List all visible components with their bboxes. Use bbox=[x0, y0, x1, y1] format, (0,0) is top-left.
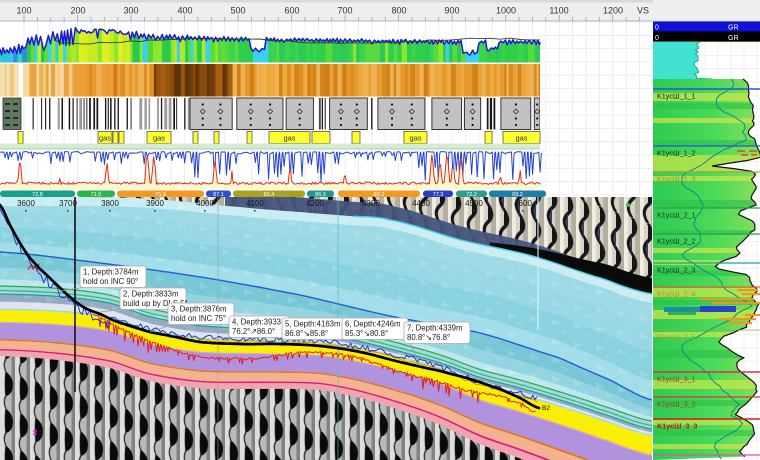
svg-text:200: 200 bbox=[70, 6, 85, 16]
svg-text:K1ycШ_2_1: K1ycШ_2_1 bbox=[657, 211, 696, 220]
svg-text:72.8: 72.8 bbox=[32, 192, 43, 198]
svg-text:K1ycШ_2_3: K1ycШ_2_3 bbox=[657, 266, 696, 275]
svg-text:3700: 3700 bbox=[59, 199, 77, 208]
svg-text:4, Depth:3933: 4, Depth:3933 bbox=[232, 318, 281, 327]
svg-text:69.2: 69.2 bbox=[512, 192, 523, 198]
svg-text:2, Depth:3833m: 2, Depth:3833m bbox=[123, 290, 178, 299]
svg-text:80.3: 80.3 bbox=[374, 192, 385, 198]
svg-text:hold on INC 75°: hold on INC 75° bbox=[171, 314, 226, 323]
svg-text:K1ycШ_3_2: K1ycШ_3_2 bbox=[657, 400, 696, 409]
svg-text:gas: gas bbox=[99, 134, 111, 143]
svg-text:K1ycШ_1_3: K1ycШ_1_3 bbox=[657, 175, 696, 184]
svg-text:hold on INC 90°: hold on INC 90° bbox=[83, 277, 138, 286]
svg-text:4600: 4600 bbox=[514, 199, 532, 208]
svg-text:GR: GR bbox=[728, 35, 739, 42]
svg-text:800: 800 bbox=[391, 6, 406, 16]
svg-text:1000: 1000 bbox=[496, 6, 516, 16]
svg-text:86.3: 86.3 bbox=[315, 192, 326, 198]
svg-text:4300: 4300 bbox=[362, 199, 380, 208]
svg-text:K1ycШ_2_2: K1ycШ_2_2 bbox=[657, 237, 696, 246]
svg-text:85.3°↘80.8°: 85.3°↘80.8° bbox=[345, 329, 388, 338]
svg-text:VS: VS bbox=[637, 6, 649, 16]
svg-text:5, Depth:4163m: 5, Depth:4163m bbox=[285, 320, 340, 329]
svg-text:4100: 4100 bbox=[246, 199, 264, 208]
svg-text:0: 0 bbox=[655, 25, 659, 32]
svg-text:400: 400 bbox=[177, 6, 192, 16]
svg-text:3600: 3600 bbox=[17, 199, 35, 208]
svg-text:72.2: 72.2 bbox=[466, 192, 477, 198]
svg-text:B2: B2 bbox=[542, 405, 550, 412]
svg-text:1, Depth:3784m: 1, Depth:3784m bbox=[83, 268, 138, 277]
svg-text:80.8°↘76.8°: 80.8°↘76.8° bbox=[407, 333, 450, 342]
svg-text:4400: 4400 bbox=[412, 199, 430, 208]
svg-text:6, Depth:4246m: 6, Depth:4246m bbox=[345, 320, 400, 329]
svg-text:3, Depth:3876m: 3, Depth:3876m bbox=[171, 305, 226, 314]
svg-text:600: 600 bbox=[284, 6, 299, 16]
svg-text:gas: gas bbox=[153, 134, 165, 143]
svg-text:gas: gas bbox=[515, 134, 527, 143]
svg-text:0: 0 bbox=[655, 35, 659, 42]
svg-text:77.3: 77.3 bbox=[433, 192, 444, 198]
svg-text:gas: gas bbox=[283, 134, 295, 143]
svg-text:76.2°↗86.0°: 76.2°↗86.0° bbox=[232, 327, 275, 336]
svg-text:300: 300 bbox=[123, 6, 138, 16]
svg-text:7, Depth:4339m: 7, Depth:4339m bbox=[407, 324, 462, 333]
svg-text:K1ycШ_2_5: K1ycШ_2_5 bbox=[657, 333, 696, 342]
svg-text:K1ycШ_3_1: K1ycШ_3_1 bbox=[657, 375, 696, 384]
svg-text:K1ycШ_2_4: K1ycШ_2_4 bbox=[657, 290, 696, 299]
svg-text:GR: GR bbox=[728, 25, 739, 32]
svg-text:gas: gas bbox=[409, 134, 421, 143]
svg-text:3800: 3800 bbox=[101, 199, 119, 208]
svg-text:4000: 4000 bbox=[196, 199, 214, 208]
svg-text:85.4: 85.4 bbox=[264, 192, 275, 198]
svg-text:K1ycШ_1_2: K1ycШ_1_2 bbox=[657, 149, 696, 158]
svg-text:900: 900 bbox=[444, 6, 459, 16]
svg-text:700: 700 bbox=[337, 6, 352, 16]
svg-text:100: 100 bbox=[16, 6, 31, 16]
svg-text:86.8°↘85.8°: 86.8°↘85.8° bbox=[285, 329, 328, 338]
svg-text:3900: 3900 bbox=[146, 199, 164, 208]
svg-text:75.9: 75.9 bbox=[155, 192, 166, 198]
svg-text:4200: 4200 bbox=[306, 199, 324, 208]
svg-text:4500: 4500 bbox=[465, 199, 483, 208]
svg-text:K1ycШ_1_1: K1ycШ_1_1 bbox=[657, 92, 696, 101]
svg-text:1200: 1200 bbox=[603, 6, 623, 16]
svg-text:87.1: 87.1 bbox=[213, 192, 224, 198]
svg-text:500: 500 bbox=[230, 6, 245, 16]
svg-text:1100: 1100 bbox=[549, 6, 568, 16]
svg-text:71.0: 71.0 bbox=[91, 192, 102, 198]
svg-text:K1ycШ_3_3: K1ycШ_3_3 bbox=[657, 422, 697, 431]
